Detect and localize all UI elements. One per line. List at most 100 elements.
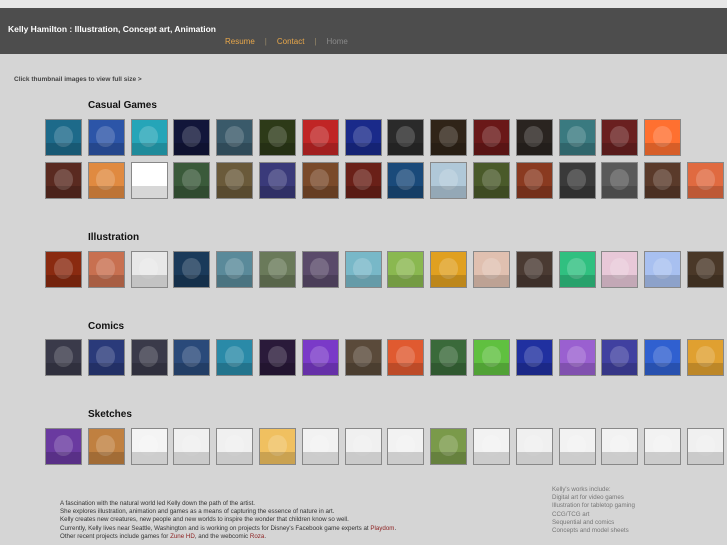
site-title: Kelly Hamilton : Illustration, Concept a… [8, 24, 216, 34]
thumbnail-image[interactable] [387, 251, 425, 288]
thumbnail-image[interactable] [515, 119, 553, 156]
thumbnail-image[interactable] [45, 339, 82, 376]
thumbnail-image[interactable] [558, 428, 596, 465]
thumbnail-image[interactable] [216, 162, 254, 199]
nav-contact-link[interactable]: Contact [277, 37, 305, 46]
thumbnail-image[interactable] [644, 251, 682, 288]
view-hint: Click thumbnail images to view full size… [14, 76, 142, 83]
thumbnail-image[interactable] [130, 339, 168, 376]
thumbnail-image[interactable] [387, 339, 425, 376]
about-line: Kelly creates new creatures, new people … [60, 516, 349, 524]
thumbnail-image[interactable] [601, 251, 639, 288]
about-line: Currently, Kelly lives near Seattle, Was… [60, 524, 397, 532]
thumbnail-image[interactable] [45, 428, 82, 465]
works-item: Concepts and model sheets [552, 527, 629, 535]
site-header: Kelly Hamilton : Illustration, Concept a… [0, 8, 727, 54]
thumbnail-image[interactable] [301, 162, 339, 199]
thumbnail-image[interactable] [301, 428, 339, 465]
thumbnail-image[interactable] [515, 339, 553, 376]
thumbnail-image[interactable] [344, 339, 382, 376]
thumbnail-image[interactable] [687, 251, 724, 288]
thumbnail-image[interactable] [558, 251, 596, 288]
thumbnail-image[interactable] [473, 428, 510, 465]
thumbnail-image[interactable] [173, 119, 211, 156]
works-list: Kelly's works include: Digital art for v… [552, 486, 635, 535]
thumbnail-image[interactable] [387, 119, 425, 156]
thumbnail-image[interactable] [301, 119, 339, 156]
works-item: CCG/TCG art [552, 510, 590, 518]
thumbnail-image[interactable] [515, 428, 553, 465]
thumbnail-image[interactable] [87, 119, 125, 156]
thumbnail-image[interactable] [45, 251, 82, 288]
thumbnail-image[interactable] [130, 162, 168, 199]
thumbnail-image[interactable] [558, 162, 596, 199]
thumbnail-image[interactable] [259, 339, 296, 376]
thumbnail-image[interactable] [301, 251, 339, 288]
thumbnail-image[interactable] [173, 251, 211, 288]
thumbnail-image[interactable] [259, 119, 296, 156]
thumbnail-image[interactable] [473, 162, 510, 199]
thumbnail-image[interactable] [644, 119, 682, 156]
thumbnail-image[interactable] [515, 251, 553, 288]
thumbnail-image[interactable] [259, 428, 296, 465]
thumbnail-image[interactable] [430, 339, 468, 376]
thumbnail-image[interactable] [473, 339, 510, 376]
works-item: Illustration for tabletop gaming [552, 502, 635, 510]
thumbnail-image[interactable] [344, 428, 382, 465]
roza-link[interactable]: Roza [250, 533, 264, 540]
thumbnail-image[interactable] [601, 119, 639, 156]
thumbnail-image[interactable] [473, 119, 510, 156]
thumbnail-image[interactable] [130, 428, 168, 465]
thumbnail-image[interactable] [515, 162, 553, 199]
works-item: Digital art for video games [552, 494, 624, 502]
thumbnail-image[interactable] [216, 428, 254, 465]
thumbnail-image[interactable] [45, 162, 82, 199]
thumbnail-image[interactable] [259, 162, 296, 199]
thumbnail-image[interactable] [558, 119, 596, 156]
thumbnail-image[interactable] [387, 162, 425, 199]
thumbnail-image[interactable] [216, 251, 254, 288]
thumbnail-image[interactable] [87, 251, 125, 288]
thumbnail-image[interactable] [173, 339, 211, 376]
thumbnail-image[interactable] [430, 162, 468, 199]
thumbnail-image[interactable] [344, 119, 382, 156]
thumbnail-image[interactable] [601, 339, 639, 376]
thumbnail-image[interactable] [430, 119, 468, 156]
thumbnail-image[interactable] [130, 119, 168, 156]
thumbnail-image[interactable] [216, 119, 254, 156]
playdom-link[interactable]: Playdom [370, 525, 394, 532]
thumbnail-image[interactable] [344, 251, 382, 288]
thumbnail-image[interactable] [216, 339, 254, 376]
thumbnail-image[interactable] [45, 119, 82, 156]
thumbnail-image[interactable] [130, 251, 168, 288]
thumbnail-image[interactable] [430, 428, 468, 465]
thumbnail-image[interactable] [601, 428, 639, 465]
thumbnail-image[interactable] [601, 162, 639, 199]
thumbnail-image[interactable] [644, 162, 682, 199]
thumbnail-image[interactable] [687, 162, 724, 199]
thumbnail-image[interactable] [87, 428, 125, 465]
works-item: Sequential and comics [552, 518, 615, 526]
thumbnail-image[interactable] [558, 339, 596, 376]
about-text: A fascination with the natural world led… [60, 500, 396, 541]
thumbnail-image[interactable] [430, 251, 468, 288]
nav-separator: | [264, 37, 267, 46]
thumbnail-image[interactable] [301, 339, 339, 376]
thumbnail-image[interactable] [87, 162, 125, 199]
thumbnail-image[interactable] [173, 162, 211, 199]
top-strip [0, 0, 727, 8]
thumbnail-image[interactable] [687, 339, 724, 376]
nav-home-link[interactable]: Home [327, 37, 348, 46]
thumbnail-image[interactable] [259, 251, 296, 288]
thumbnail-image[interactable] [87, 339, 125, 376]
thumbnail-image[interactable] [473, 251, 510, 288]
nav-resume-link[interactable]: Resume [225, 37, 255, 46]
works-heading: Kelly's works include: [552, 486, 611, 493]
thumbnail-image[interactable] [344, 162, 382, 199]
thumbnail-image[interactable] [173, 428, 211, 465]
thumbnail-image[interactable] [644, 339, 682, 376]
thumbnail-image[interactable] [387, 428, 425, 465]
thumbnail-image[interactable] [687, 428, 724, 465]
thumbnail-image[interactable] [644, 428, 682, 465]
zune-hd-link[interactable]: Zune HD [170, 533, 195, 540]
